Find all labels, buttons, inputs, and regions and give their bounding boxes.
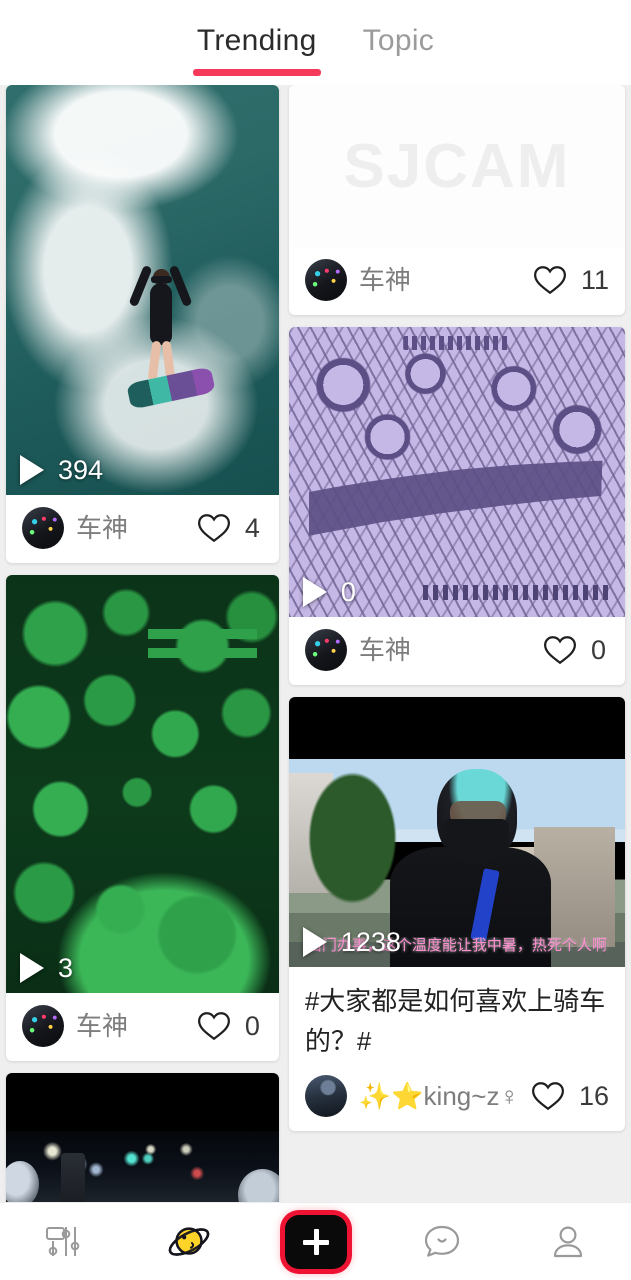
play-icon	[302, 927, 327, 957]
surfer-figure	[126, 249, 216, 410]
like-count-label: 0	[244, 1011, 260, 1041]
username-label[interactable]: 车神	[359, 263, 521, 297]
feed-column-left: 394 车神 4 3 车神 0	[6, 85, 279, 1202]
tab-trending[interactable]: Trending	[191, 18, 323, 76]
video-thumbnail-night-ride[interactable]	[6, 1073, 279, 1202]
create-post-button[interactable]	[284, 1214, 347, 1269]
like-group[interactable]: 16	[531, 1080, 609, 1112]
nav-item-messages[interactable]	[379, 1220, 505, 1264]
heart-icon[interactable]	[197, 1010, 231, 1042]
video-thumbnail-green[interactable]: 3	[6, 575, 279, 993]
video-thumbnail-surf[interactable]: 394	[6, 85, 279, 495]
username-label[interactable]: ✨⭐king~z♀	[359, 1079, 519, 1113]
play-icon	[20, 455, 44, 485]
card-meta-row: 车神 0	[289, 617, 625, 685]
decorative-stripes	[147, 629, 257, 667]
avatar[interactable]	[304, 629, 347, 671]
play-count-overlay: 1238	[302, 927, 401, 957]
app-root: Trending Topic 394 车神 4 3 车神 0 SJCAM 车神 …	[0, 0, 631, 1280]
play-count-overlay: 394	[20, 455, 103, 485]
plus-icon	[302, 1228, 329, 1255]
username-label[interactable]: 车神	[76, 511, 185, 545]
tab-topic-label: Topic	[362, 24, 435, 57]
avatar[interactable]	[22, 1005, 64, 1047]
like-count-label: 11	[580, 265, 609, 295]
tab-trending-label: Trending	[196, 24, 317, 57]
tree	[302, 763, 404, 913]
username-label[interactable]: 车神	[359, 633, 531, 667]
like-group[interactable]: 0	[543, 634, 609, 666]
nav-item-editor[interactable]	[0, 1220, 126, 1264]
feed-column-right: SJCAM 车神 11 0 车神 0 出门办事，这个温度能让我中暑，热死个人啊 …	[288, 85, 625, 1202]
like-count-label: 16	[578, 1081, 609, 1111]
play-count-overlay: 3	[20, 953, 73, 983]
nav-item-discover[interactable]	[126, 1219, 252, 1265]
bottom-navigation-bar	[0, 1202, 631, 1280]
play-count-label: 394	[58, 455, 104, 485]
play-icon	[20, 953, 44, 983]
list-item[interactable]: 3 车神 0	[6, 575, 279, 1061]
play-count-label: 1238	[340, 927, 401, 957]
like-group[interactable]: 0	[197, 1010, 263, 1042]
top-tab-bar: Trending Topic	[0, 0, 631, 85]
avatar[interactable]	[304, 1075, 347, 1117]
list-item[interactable]: 0 车神 0	[288, 327, 625, 685]
like-count-label: 4	[244, 513, 260, 543]
phone-mount	[60, 1153, 86, 1202]
username-label[interactable]: 车神	[76, 1009, 185, 1043]
face-mask	[443, 819, 510, 863]
like-count-label: 0	[591, 635, 607, 665]
card-meta-row: 车神 4	[6, 495, 279, 563]
video-thumbnail-purple-poster[interactable]: 0	[288, 327, 625, 617]
play-count-overlay: 0	[302, 577, 356, 607]
video-feed[interactable]: 394 车神 4 3 车神 0 SJCAM 车神 11 0 车神 0 出门办事，…	[0, 85, 631, 1202]
poster-top-glyphs	[403, 335, 511, 351]
list-item[interactable]: 394 车神 4	[6, 85, 279, 563]
list-item[interactable]: 出门办事，这个温度能让我中暑，热死个人啊 1238 #大家都是如何喜欢上骑车的？…	[288, 697, 625, 1131]
like-group[interactable]: 11	[533, 264, 609, 296]
play-icon	[302, 577, 327, 607]
tab-active-underline	[192, 69, 321, 76]
nav-item-create[interactable]	[252, 1214, 378, 1269]
tab-topic[interactable]: Topic	[357, 18, 441, 76]
nav-item-profile[interactable]	[505, 1220, 631, 1264]
person-icon[interactable]	[546, 1220, 590, 1264]
heart-icon[interactable]	[531, 1080, 565, 1112]
sliders-icon[interactable]	[41, 1220, 85, 1264]
video-thumbnail-sjcam[interactable]: SJCAM	[288, 85, 625, 247]
video-thumbnail-rider[interactable]: 出门办事，这个温度能让我中暑，热死个人啊 1238	[288, 697, 625, 967]
poster-bottom-glyphs	[423, 585, 612, 600]
avatar[interactable]	[304, 259, 347, 301]
heart-icon[interactable]	[533, 264, 567, 296]
card-meta-row: 车神 0	[6, 993, 279, 1061]
card-meta-row: 车神 11	[289, 247, 625, 315]
list-item[interactable]	[6, 1073, 279, 1202]
like-group[interactable]: 4	[197, 512, 263, 544]
post-caption[interactable]: #大家都是如何喜欢上骑车的？#	[289, 967, 625, 1063]
card-meta-row: ✨⭐king~z♀ 16	[289, 1063, 625, 1131]
avatar[interactable]	[22, 507, 64, 549]
play-count-label: 0	[340, 577, 356, 607]
heart-icon[interactable]	[543, 634, 577, 666]
sjcam-watermark: SJCAM	[343, 131, 571, 201]
planet-icon[interactable]	[166, 1219, 212, 1265]
list-item[interactable]: SJCAM 车神 11	[288, 85, 625, 315]
heart-icon[interactable]	[197, 512, 231, 544]
play-count-label: 3	[58, 953, 74, 983]
chat-bubble-icon[interactable]	[420, 1220, 464, 1264]
